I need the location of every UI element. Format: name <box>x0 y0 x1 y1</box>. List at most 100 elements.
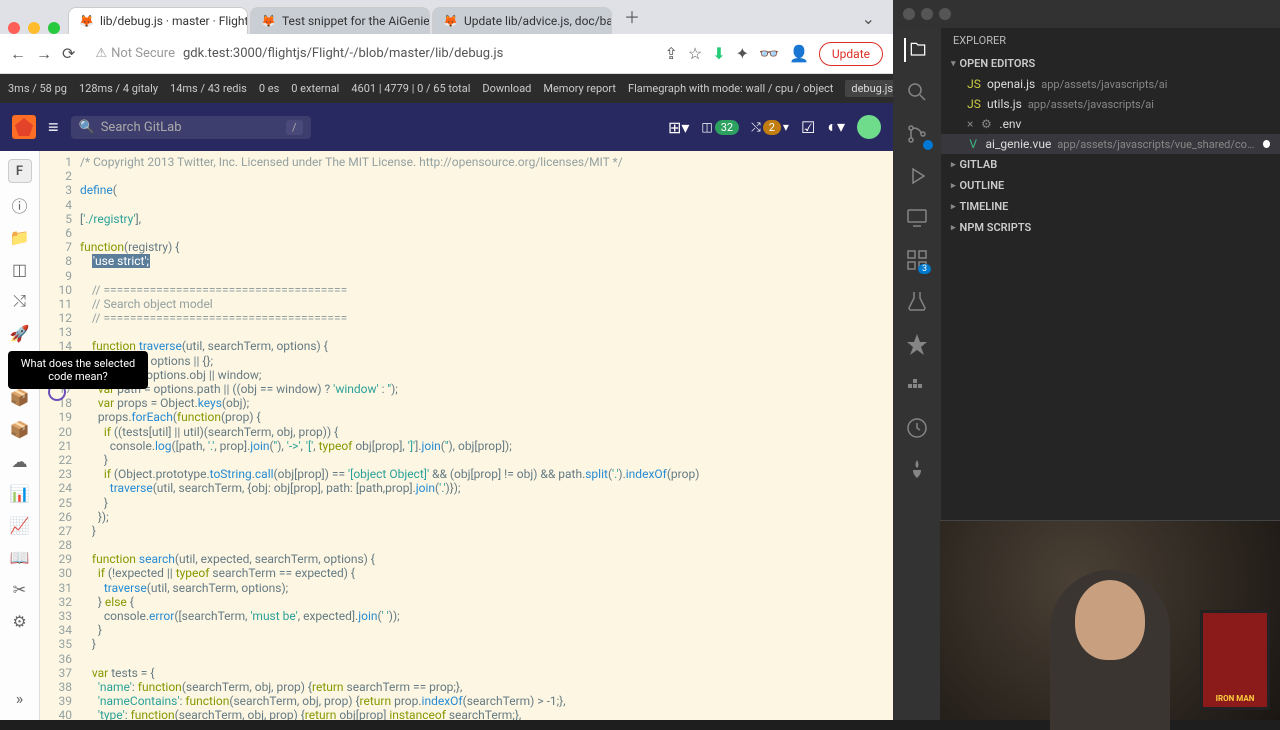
minimize-icon[interactable] <box>921 8 933 20</box>
modified-dot-icon <box>1263 140 1270 148</box>
remote-icon[interactable] <box>905 206 929 230</box>
browser-tab[interactable]: 🦊Update lib/advice.js, doc/base× <box>432 7 612 34</box>
outline-section[interactable]: OUTLINE <box>941 175 1280 196</box>
open-editors-section[interactable]: OPEN EDITORS <box>941 53 1280 74</box>
search-placeholder: Search GitLab <box>101 120 182 135</box>
perf-item[interactable]: 0 es <box>259 82 279 95</box>
browser-tab[interactable]: 🦊lib/debug.js · master · Flightjs× <box>68 7 248 34</box>
gitlab-icon[interactable] <box>905 332 929 356</box>
mr-icon[interactable]: ⤭ <box>10 291 30 311</box>
repo-icon[interactable]: 📁 <box>10 227 30 247</box>
editor-file[interactable]: JSopenai.jsapp/assets/javascripts/ai <box>941 74 1280 94</box>
tab-title: Update lib/advice.js, doc/base <box>464 14 612 28</box>
reload-button[interactable]: ⟳ <box>62 44 75 63</box>
packages-icon[interactable]: 📦 <box>10 419 30 439</box>
perf-item[interactable]: Download <box>482 82 531 95</box>
address-bar: ← → ⟳ ⚠ Not Secure gdk.test:3000/flightj… <box>0 34 893 74</box>
code-content[interactable]: /* Copyright 2013 Twitter, Inc. Licensed… <box>80 151 893 720</box>
analytics-icon[interactable]: 📈 <box>10 515 30 535</box>
perf-item[interactable]: 3ms / 58 pg <box>8 82 67 95</box>
tab-title: Test snippet for the AiGenie (5 <box>282 14 430 28</box>
perf-file[interactable]: debug.js <box>845 80 893 97</box>
activity-bar: 3 <box>893 28 941 720</box>
perf-item[interactable]: Memory report <box>543 82 616 95</box>
gear-icon: ⚙ <box>979 117 993 131</box>
perf-item[interactable]: 128ms / 4 gitaly <box>79 82 158 95</box>
settings-icon[interactable]: ⚙ <box>10 611 30 631</box>
window-controls <box>8 22 66 34</box>
vue-icon: V <box>967 137 980 151</box>
performance-bar: 3ms / 58 pg 128ms / 4 gitaly 14ms / 43 r… <box>0 74 893 103</box>
plus-icon[interactable]: ⊞▾ <box>668 118 689 137</box>
back-button[interactable]: ← <box>10 44 26 64</box>
star-icon[interactable]: ☆ <box>688 44 702 63</box>
new-tab-button[interactable]: ＋ <box>614 0 650 34</box>
maximize-icon[interactable] <box>48 22 60 34</box>
explorer-icon[interactable] <box>904 38 928 62</box>
infra-icon[interactable]: ☁ <box>10 451 30 471</box>
security-badge[interactable]: ⚠ Not Secure <box>95 46 175 61</box>
ci-icon[interactable]: 🚀 <box>10 323 30 343</box>
browser-window: 🦊lib/debug.js · master · Flightjs× 🦊Test… <box>0 0 893 720</box>
test-icon[interactable] <box>905 290 929 314</box>
extensions-icon[interactable]: 3 <box>905 248 929 272</box>
extension-icon[interactable]: ⬇ <box>712 44 725 63</box>
close-icon[interactable]: × <box>967 117 973 131</box>
perf-item[interactable]: 14ms / 43 redis <box>170 82 247 95</box>
editor-file[interactable]: ×⚙.env <box>941 114 1280 134</box>
update-button[interactable]: Update <box>819 42 883 66</box>
perf-item[interactable]: 4601 | 4779 | 0 / 65 total <box>351 82 470 95</box>
code-viewer: 1234567891011121314151617181920212223242… <box>40 151 893 720</box>
help-icon[interactable]: ◐▾ <box>827 117 845 137</box>
npm-section[interactable]: NPM SCRIPTS <box>941 217 1280 238</box>
todos-icon[interactable]: ☑ <box>801 118 815 137</box>
info-icon[interactable]: ⓘ <box>10 195 30 215</box>
ai-tooltip: What does the selected code mean? <box>8 351 148 389</box>
extensions-icon[interactable]: ✦ <box>736 44 749 63</box>
chevron-down-icon[interactable]: ⌄ <box>852 3 885 34</box>
gitlab-topbar: ≡ 🔍 Search GitLab / ⊞▾ ◫32 ⤭2▾ ☑ ◐▾ <box>0 103 893 151</box>
snippets-icon[interactable]: ✂ <box>10 579 30 599</box>
search-icon[interactable] <box>905 80 929 104</box>
url-input[interactable]: ⚠ Not Secure gdk.test:3000/flightjs/Flig… <box>85 42 654 65</box>
genie-icon[interactable] <box>905 458 929 482</box>
live-icon[interactable] <box>905 416 929 440</box>
perf-item[interactable]: 0 external <box>291 82 339 95</box>
line-gutter: 1234567891011121314151617181920212223242… <box>40 151 80 720</box>
search-icon: 🔍 <box>79 120 95 135</box>
forward-button[interactable]: → <box>36 44 52 64</box>
editor-file[interactable]: JSutils.jsapp/assets/javascripts/ai <box>941 94 1280 114</box>
maximize-icon[interactable] <box>939 8 951 20</box>
monitor-icon[interactable]: 📊 <box>10 483 30 503</box>
close-icon[interactable] <box>8 22 20 34</box>
js-icon: JS <box>967 77 981 91</box>
gitlab-logo-icon[interactable] <box>12 115 36 139</box>
debug-icon[interactable] <box>905 164 929 188</box>
issues-icon[interactable]: ◫ <box>10 259 30 279</box>
deploy-icon[interactable]: 📦 <box>10 387 30 407</box>
editor-file[interactable]: Vai_genie.vueapp/assets/javascripts/vue_… <box>941 134 1280 154</box>
search-input[interactable]: 🔍 Search GitLab / <box>71 116 311 139</box>
profile-icon[interactable]: 👤 <box>789 44 809 63</box>
project-sidebar: F ⓘ 📁 ◫ ⤭ 🚀 🛡 📦 📦 ☁ 📊 📈 📖 ✂ ⚙ » <box>0 151 40 720</box>
folder-section[interactable]: GITLAB <box>941 154 1280 175</box>
timeline-section[interactable]: TIMELINE <box>941 196 1280 217</box>
share-icon[interactable]: ⇪ <box>664 44 677 63</box>
issues-badge[interactable]: ◫32 <box>701 120 739 135</box>
hamburger-icon[interactable]: ≡ <box>48 117 59 138</box>
docker-icon[interactable] <box>905 374 929 398</box>
wiki-icon[interactable]: 📖 <box>10 547 30 567</box>
source-control-icon[interactable] <box>905 122 929 146</box>
perf-item[interactable]: Flamegraph with mode: wall / cpu / objec… <box>628 82 833 95</box>
minimize-icon[interactable] <box>28 22 40 34</box>
browser-tab[interactable]: 🦊Test snippet for the AiGenie (5× <box>250 7 430 34</box>
avatar[interactable] <box>857 115 881 139</box>
mr-badge[interactable]: ⤭2▾ <box>751 120 789 135</box>
url-text: gdk.test:3000/flightjs/Flight/-/blob/mas… <box>183 46 503 61</box>
tab-title: lib/debug.js · master · Flightjs <box>100 14 248 28</box>
project-icon[interactable]: F <box>8 159 32 183</box>
expand-sidebar-icon[interactable]: » <box>16 689 24 708</box>
webcam-overlay: IRON MAN <box>940 520 1280 720</box>
close-icon[interactable] <box>903 8 915 20</box>
incognito-icon[interactable]: 👓 <box>759 44 779 63</box>
